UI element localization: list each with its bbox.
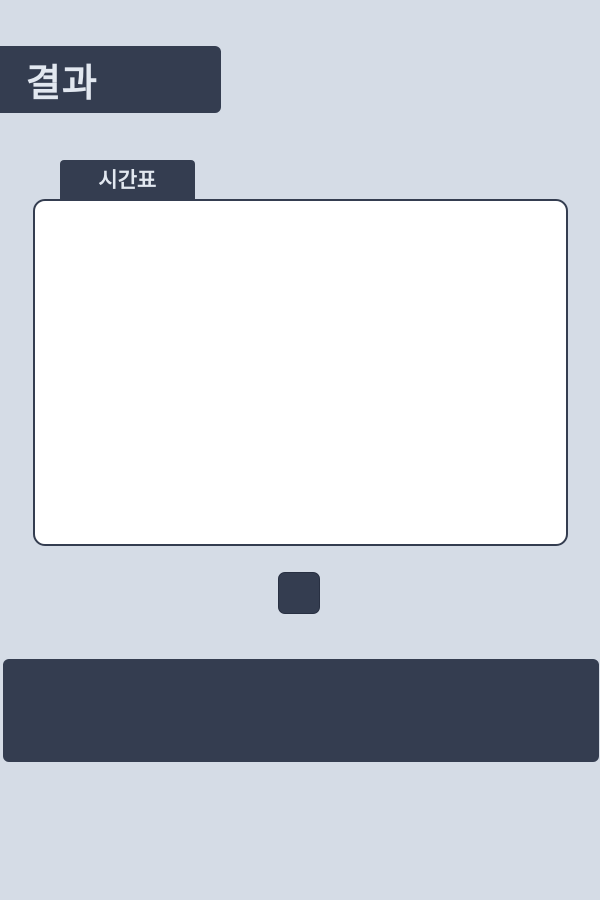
tab-timetable-label: 시간표 — [98, 168, 157, 192]
page-title: 결과 — [26, 61, 98, 105]
timetable-panel — [33, 199, 568, 546]
action-button[interactable] — [278, 572, 320, 614]
header-title-badge: 결과 — [0, 46, 221, 113]
bottom-bar — [3, 659, 599, 762]
tab-timetable[interactable]: 시간표 — [60, 160, 195, 200]
